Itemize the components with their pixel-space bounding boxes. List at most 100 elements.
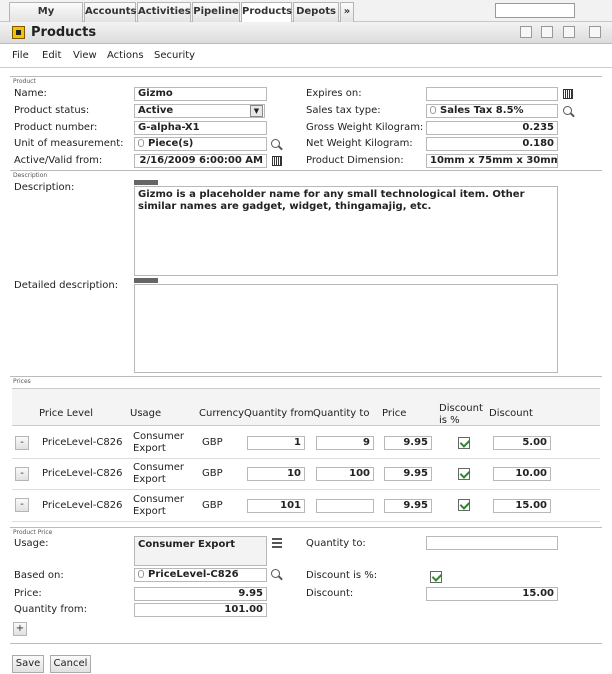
menu-security[interactable]: Security	[154, 50, 195, 61]
price-field[interactable]: 9.95	[384, 467, 432, 481]
section-title-product-price: Product Price	[13, 529, 53, 536]
discount-pct-checkbox[interactable]	[430, 571, 442, 583]
discount-pct-checkbox[interactable]	[458, 499, 470, 511]
name-field[interactable]: Gizmo	[134, 87, 267, 101]
discount-field[interactable]: 15.00	[426, 587, 558, 601]
col-quantity-to[interactable]: Quantity to	[313, 408, 369, 419]
price-field[interactable]: 9.95	[384, 499, 432, 513]
tab-pipeline[interactable]: Pipeline	[192, 2, 240, 22]
qty-from-field[interactable]: 10	[247, 467, 305, 481]
discount-field[interactable]: 15.00	[493, 499, 551, 513]
calendar-icon[interactable]	[272, 156, 282, 166]
search-icon[interactable]	[271, 139, 283, 151]
product-icon	[12, 26, 25, 39]
tab-products[interactable]: Products	[241, 2, 292, 23]
list-picker-icon[interactable]	[272, 538, 282, 548]
remove-row-button[interactable]: -	[15, 436, 29, 450]
menu-edit[interactable]: Edit	[42, 50, 61, 61]
minimize-icon[interactable]	[520, 26, 532, 38]
menu-file[interactable]: File	[12, 50, 29, 61]
number-field[interactable]: G-alpha-X1	[134, 121, 267, 135]
rich-text-icon[interactable]	[134, 180, 158, 185]
col-quantity-from[interactable]: Quantity from	[244, 408, 314, 419]
add-row-button[interactable]: +	[13, 622, 27, 636]
detailed-description-textarea[interactable]	[134, 284, 558, 373]
usage-label: Usage:	[14, 538, 49, 549]
col-discount[interactable]: Discount	[489, 408, 533, 419]
discount-pct-checkbox[interactable]	[458, 437, 470, 449]
global-search-input[interactable]	[495, 3, 575, 18]
description-textarea[interactable]: Gizmo is a placeholder name for any smal…	[134, 186, 558, 276]
qty-from-field[interactable]: 101.00	[134, 603, 267, 617]
qty-to-field[interactable]: 100	[316, 467, 374, 481]
tab-accounts[interactable]: Accounts	[84, 2, 136, 22]
price-field[interactable]: 9.95	[134, 587, 267, 601]
menu-view[interactable]: View	[73, 50, 97, 61]
status-select[interactable]: Active ▼	[134, 104, 265, 118]
dimension-label: Product Dimension:	[306, 155, 404, 166]
calendar-icon[interactable]	[563, 89, 573, 99]
gross-weight-field[interactable]: 0.235	[426, 121, 558, 135]
restore-icon[interactable]	[541, 26, 553, 38]
expires-label: Expires on:	[306, 88, 362, 99]
col-discount-is-pct[interactable]: Discount is %	[439, 403, 483, 427]
print-icon[interactable]	[563, 26, 575, 38]
qty-from-field[interactable]: 101	[247, 499, 305, 513]
discount-pct-checkbox[interactable]	[458, 468, 470, 480]
tab-more[interactable]: »	[340, 2, 354, 22]
price-level-cell: PriceLevel-C826	[42, 500, 123, 511]
lookup-record-icon	[430, 106, 436, 114]
rich-text-icon[interactable]	[134, 278, 158, 283]
col-currency[interactable]: Currency	[199, 408, 244, 419]
qty-to-field[interactable]: 9	[316, 436, 374, 450]
price-label: Price:	[14, 588, 42, 599]
discount-field[interactable]: 10.00	[493, 467, 551, 481]
price-field[interactable]: 9.95	[384, 436, 432, 450]
usage-cell: Consumer Export	[133, 494, 184, 517]
net-label: Net Weight Kilogram:	[306, 138, 413, 149]
tab-depots[interactable]: Depots	[293, 2, 339, 22]
search-icon[interactable]	[271, 569, 283, 581]
title-bar: Products	[0, 22, 612, 44]
qty-from-field[interactable]: 1	[247, 436, 305, 450]
unit-value: Piece(s)	[148, 138, 194, 149]
discount-field[interactable]: 5.00	[493, 436, 551, 450]
section-divider	[10, 643, 602, 644]
qty-to-field[interactable]	[426, 536, 558, 550]
search-icon[interactable]	[563, 106, 575, 118]
section-divider	[10, 527, 602, 528]
currency-cell: GBP	[202, 437, 223, 448]
tax-label: Sales tax type:	[306, 105, 381, 116]
lookup-record-icon	[138, 570, 144, 578]
tab-activities[interactable]: Activities	[137, 2, 191, 22]
save-button[interactable]: Save	[12, 655, 44, 673]
unit-field[interactable]: Piece(s)	[134, 137, 267, 151]
net-weight-field[interactable]: 0.180	[426, 137, 558, 151]
based-on-label: Based on:	[14, 570, 64, 581]
number-label: Product number:	[14, 122, 98, 133]
col-price-level[interactable]: Price Level	[39, 408, 93, 419]
expires-field[interactable]	[426, 87, 558, 101]
cancel-button[interactable]: Cancel	[50, 655, 91, 673]
status-label: Product status:	[14, 105, 90, 116]
tax-field[interactable]: Sales Tax 8.5%	[426, 104, 558, 118]
section-divider	[10, 376, 602, 377]
description-label: Description:	[14, 182, 75, 193]
close-icon[interactable]	[589, 26, 601, 38]
currency-cell: GBP	[202, 500, 223, 511]
tab-my-homepage[interactable]: My Homepage	[9, 2, 83, 35]
section-title-prices: Prices	[13, 378, 31, 385]
usage-field[interactable]: Consumer Export	[134, 536, 267, 566]
page-title: Products	[31, 25, 97, 40]
dimension-field[interactable]: 10mm x 75mm x 30mm	[426, 154, 558, 168]
unit-label: Unit of measurement:	[14, 138, 124, 149]
based-on-field[interactable]: PriceLevel-C826	[134, 568, 267, 582]
remove-row-button[interactable]: -	[15, 467, 29, 481]
remove-row-button[interactable]: -	[15, 498, 29, 512]
valid-from-field[interactable]: 2/16/2009 6:00:00 AM	[134, 154, 267, 168]
col-usage[interactable]: Usage	[130, 408, 161, 419]
qty-to-field[interactable]	[316, 499, 374, 513]
lookup-record-icon	[138, 139, 144, 147]
menu-actions[interactable]: Actions	[107, 50, 144, 61]
col-price[interactable]: Price	[382, 408, 406, 419]
